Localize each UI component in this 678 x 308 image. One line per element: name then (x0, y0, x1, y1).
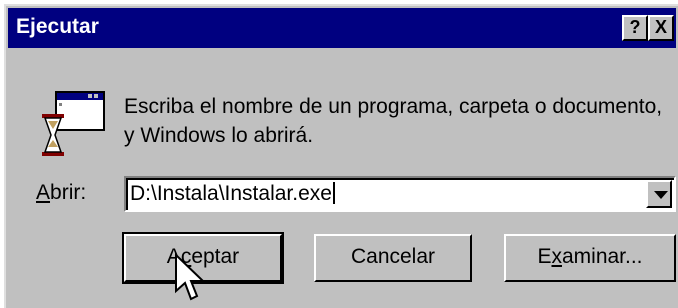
run-icon (42, 91, 105, 156)
run-dialog: Ejecutar ? X Escriba el nombre de un pro… (4, 4, 678, 308)
cancel-label: Cancelar (350, 245, 436, 268)
help-icon: ? (629, 17, 641, 37)
prompt-line-2: y Windows lo abrirá. (124, 124, 314, 147)
open-label-mnemonic: A (36, 181, 51, 204)
help-button[interactable]: ? (622, 15, 648, 41)
mouse-pointer-icon (175, 253, 206, 301)
browse-label-end: aminar... (561, 245, 643, 268)
prompt-text: Escriba el nombre de un programa, carpet… (124, 92, 662, 150)
browse-button[interactable]: Examinar... (504, 234, 676, 282)
title-bar[interactable]: Ejecutar ? X (8, 8, 676, 48)
open-input[interactable]: D:\Instala\Instalar.exe (130, 182, 335, 206)
dropdown-arrow-icon (654, 191, 668, 199)
cancel-button[interactable]: Cancelar (314, 234, 472, 282)
open-label-rest: brir: (50, 181, 87, 204)
open-label: Abrir: (36, 181, 86, 205)
window-title: Ejecutar (16, 15, 99, 38)
open-combobox[interactable]: D:\Instala\Instalar.exe (124, 176, 676, 212)
text-caret (332, 182, 335, 204)
browse-label-mnemonic: x (551, 245, 562, 268)
close-button[interactable]: X (648, 15, 674, 41)
dropdown-button[interactable] (646, 180, 672, 208)
open-input-value: D:\Instala\Instalar.exe (130, 182, 332, 205)
close-icon: X (654, 17, 667, 37)
prompt-line-1: Escriba el nombre de un programa, carpet… (124, 95, 663, 118)
browse-label-start: E (537, 245, 552, 268)
